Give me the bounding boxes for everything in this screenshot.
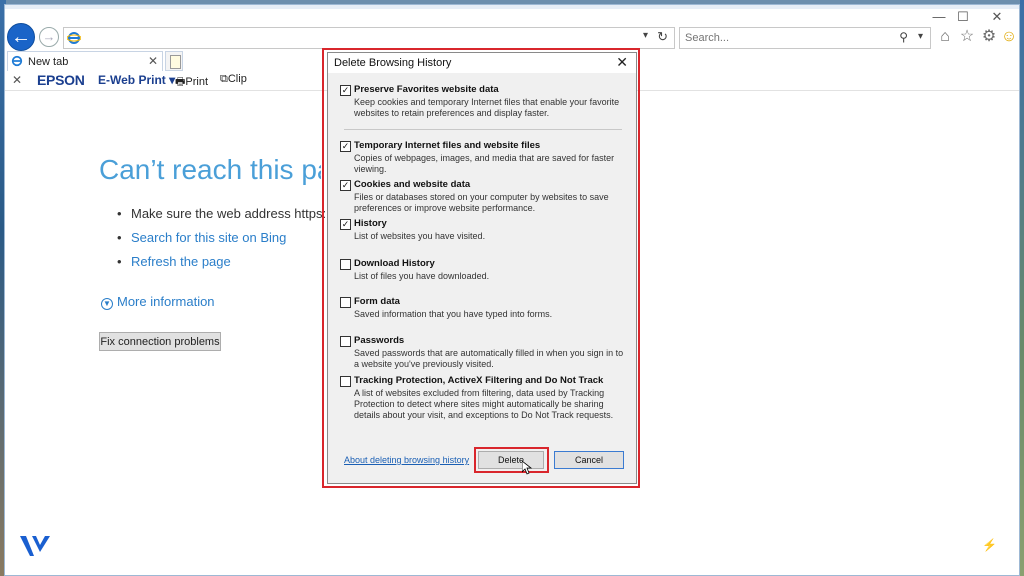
address-bar[interactable]: ▾ ↻ xyxy=(63,27,675,49)
checkbox-form-data[interactable] xyxy=(340,297,351,308)
search-box[interactable]: ⚲ ▾ xyxy=(679,27,931,49)
list-item-refresh: Refresh the page xyxy=(117,254,325,278)
fix-connection-button[interactable]: Fix connection problems xyxy=(99,332,221,351)
mouse-cursor-icon xyxy=(522,461,532,475)
gear-icon[interactable]: ⚙ xyxy=(979,27,999,47)
option-name: History xyxy=(354,218,387,229)
address-dropdown-icon[interactable]: ▾ xyxy=(643,30,648,41)
favorites-star-icon[interactable]: ☆ xyxy=(957,27,977,47)
eweb-print-menu[interactable]: E-Web Print ▾ xyxy=(98,73,175,87)
close-tab-icon[interactable]: ✕ xyxy=(148,54,158,68)
close-dialog-icon[interactable]: ✕ xyxy=(616,54,628,71)
option-desc: Saved passwords that are automatically f… xyxy=(354,348,624,369)
search-bing-link[interactable]: Search for this site on Bing xyxy=(131,230,286,245)
search-input[interactable] xyxy=(680,29,880,47)
suggestions-list: Make sure the web address https:// Searc… xyxy=(117,206,325,278)
epson-logo[interactable]: EPSON xyxy=(37,72,85,88)
option-desc: A list of websites excluded from filteri… xyxy=(354,388,614,420)
close-favorites-bar-icon[interactable]: ✕ xyxy=(12,73,22,87)
chevron-down-icon: ▼ xyxy=(101,298,113,310)
printer-icon: 🖶 xyxy=(175,76,186,88)
option-name: Form data xyxy=(354,296,400,307)
print-label: Print xyxy=(185,76,209,88)
search-icon[interactable]: ⚲ xyxy=(899,30,908,44)
corner-watermark-icon: ⚡ xyxy=(982,538,997,552)
home-icon[interactable]: ⌂ xyxy=(935,27,955,47)
clip-label: Clip xyxy=(227,73,247,85)
print-button[interactable]: 🖶Print xyxy=(175,73,208,92)
refresh-page-link[interactable]: Refresh the page xyxy=(131,254,231,269)
checkbox-download-history[interactable] xyxy=(340,259,351,270)
tab-label: New tab xyxy=(28,56,69,68)
smiley-feedback-icon[interactable]: ☺ xyxy=(999,27,1019,47)
option-name: Passwords xyxy=(354,335,405,346)
option-name: Temporary Internet files and website fil… xyxy=(354,140,541,151)
list-item-address: Make sure the web address https:// xyxy=(117,206,325,230)
checkbox-cookies[interactable]: ✓ xyxy=(340,180,351,191)
option-name: Cookies and website data xyxy=(354,179,471,190)
address-hint: Make sure the web address https:// xyxy=(131,206,325,221)
clip-icon: ⧉ xyxy=(220,73,228,85)
page-title: Can’t reach this page xyxy=(99,154,321,185)
cancel-button[interactable]: Cancel xyxy=(554,451,624,469)
option-name: Preserve Favorites website data xyxy=(354,84,499,95)
delete-browsing-history-dialog: Delete Browsing History ✕ ✓ Preserve Fav… xyxy=(327,52,637,484)
ie-tab-icon xyxy=(11,55,23,67)
refresh-icon[interactable]: ↻ xyxy=(657,29,668,45)
option-desc: List of files you have downloaded. xyxy=(354,271,490,281)
clip-button[interactable]: ⧉Clip xyxy=(220,73,247,86)
new-tab-button[interactable] xyxy=(165,51,183,71)
option-desc: Keep cookies and temporary Internet file… xyxy=(354,97,620,118)
divider xyxy=(344,129,622,130)
checkbox-tracking-protection[interactable] xyxy=(340,376,351,387)
option-desc: List of websites you have visited. xyxy=(354,231,486,241)
checkbox-history[interactable]: ✓ xyxy=(340,219,351,230)
option-name: Tracking Protection, ActiveX Filtering a… xyxy=(354,375,604,386)
dialog-title: Delete Browsing History xyxy=(328,53,636,73)
option-desc: Copies of webpages, images, and media th… xyxy=(354,153,615,174)
title-strip xyxy=(5,5,1019,9)
option-desc: Saved information that you have typed in… xyxy=(354,309,553,319)
delete-button[interactable]: Delete xyxy=(478,451,544,469)
option-name: Download History xyxy=(354,258,435,269)
desktop-background-right xyxy=(1020,0,1024,576)
more-information-toggle[interactable]: ▼ More information xyxy=(101,294,215,310)
list-item-search: Search for this site on Bing xyxy=(117,230,325,254)
search-dropdown-icon[interactable]: ▾ xyxy=(918,31,923,42)
checkbox-temporary-files[interactable]: ✓ xyxy=(340,141,351,152)
checkbox-passwords[interactable] xyxy=(340,336,351,347)
ie-icon xyxy=(67,32,81,44)
checkbox-preserve-favorites[interactable]: ✓ xyxy=(340,85,351,96)
option-desc: Files or databases stored on your comput… xyxy=(354,192,609,213)
about-deleting-history-link[interactable]: About deleting browsing history xyxy=(344,455,469,465)
back-button[interactable]: ← xyxy=(7,23,35,51)
more-info-label: More information xyxy=(117,294,215,309)
channel-logo-icon xyxy=(20,536,50,556)
tab-new-tab[interactable]: New tab ✕ xyxy=(7,51,163,71)
forward-button[interactable]: → xyxy=(39,27,59,47)
